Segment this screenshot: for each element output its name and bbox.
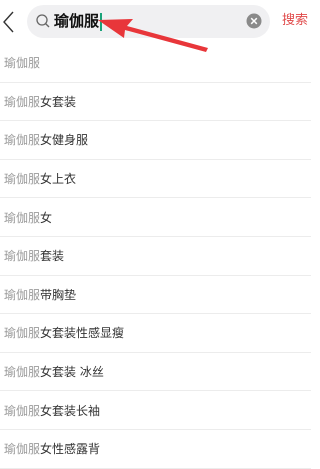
suggestion-suffix: 女套装长袖 <box>40 403 101 418</box>
search-header: 瑜伽服 搜索 <box>0 0 311 44</box>
suggestion-item[interactable]: 瑜伽服 女健身服 <box>0 121 311 160</box>
clear-icon[interactable] <box>246 13 262 29</box>
suggestion-keyword: 瑜伽服 <box>4 249 41 264</box>
suggestion-keyword: 瑜伽服 <box>4 442 41 457</box>
suggestion-item[interactable]: 瑜伽服 女套装 冰丝 <box>0 353 311 392</box>
suggestion-suffix: 带胸垫 <box>40 287 77 302</box>
suggestion-item[interactable]: 瑜伽服 女性感露背 <box>0 430 311 469</box>
suggestion-suffix: 女套装性感显瘦 <box>40 326 125 341</box>
chevron-left-icon <box>3 11 14 33</box>
suggestion-keyword: 瑜伽服 <box>4 133 41 148</box>
search-button[interactable]: 搜索 <box>282 12 308 30</box>
suggestion-keyword: 瑜伽服 <box>4 172 41 187</box>
suggestion-keyword: 瑜伽服 <box>4 403 41 418</box>
suggestion-item[interactable]: 瑜伽服 女套装性感显瘦 <box>0 314 311 353</box>
suggestion-suffix: 女上衣 <box>40 172 77 187</box>
suggestion-keyword: 瑜伽服 <box>4 287 41 302</box>
suggestion-keyword: 瑜伽服 <box>4 210 41 225</box>
suggestion-suffix: 女健身服 <box>40 133 89 148</box>
suggestion-suffix: 女套装 <box>40 94 77 109</box>
suggestion-suffix: 女套装 冰丝 <box>40 365 104 380</box>
suggestion-suffix: 女性感露背 <box>40 442 101 457</box>
suggestion-item[interactable]: 瑜伽服 女套装长袖 <box>0 391 311 430</box>
back-button[interactable] <box>0 6 22 38</box>
suggestion-item[interactable]: 瑜伽服 <box>0 44 311 83</box>
suggestion-item[interactable]: 瑜伽服 女上衣 <box>0 160 311 199</box>
suggestion-keyword: 瑜伽服 <box>4 94 41 109</box>
suggestion-item[interactable]: 瑜伽服 带胸垫 <box>0 276 311 315</box>
suggestion-item[interactable]: 瑜伽服女 <box>0 198 311 237</box>
search-input[interactable]: 瑜伽服 <box>27 5 270 38</box>
search-icon <box>36 14 50 28</box>
suggestion-suffix: 女 <box>40 210 53 225</box>
suggestion-keyword: 瑜伽服 <box>4 326 41 341</box>
text-caret <box>100 12 103 31</box>
suggestion-keyword: 瑜伽服 <box>4 56 41 71</box>
search-query[interactable]: 瑜伽服 <box>54 5 103 38</box>
suggestion-suffix: 套装 <box>40 249 65 264</box>
suggestion-keyword: 瑜伽服 <box>4 365 41 380</box>
search-query-text: 瑜伽服 <box>54 12 100 30</box>
suggestion-item[interactable]: 瑜伽服 套装 <box>0 237 311 276</box>
suggestion-list: 瑜伽服 瑜伽服 女套装 瑜伽服 女健身服 瑜伽服 女上衣 瑜伽服女瑜伽服 套装 瑜伽服 带胸垫 瑜伽服… <box>0 44 311 469</box>
suggestion-item[interactable]: 瑜伽服 女套装 <box>0 83 311 122</box>
